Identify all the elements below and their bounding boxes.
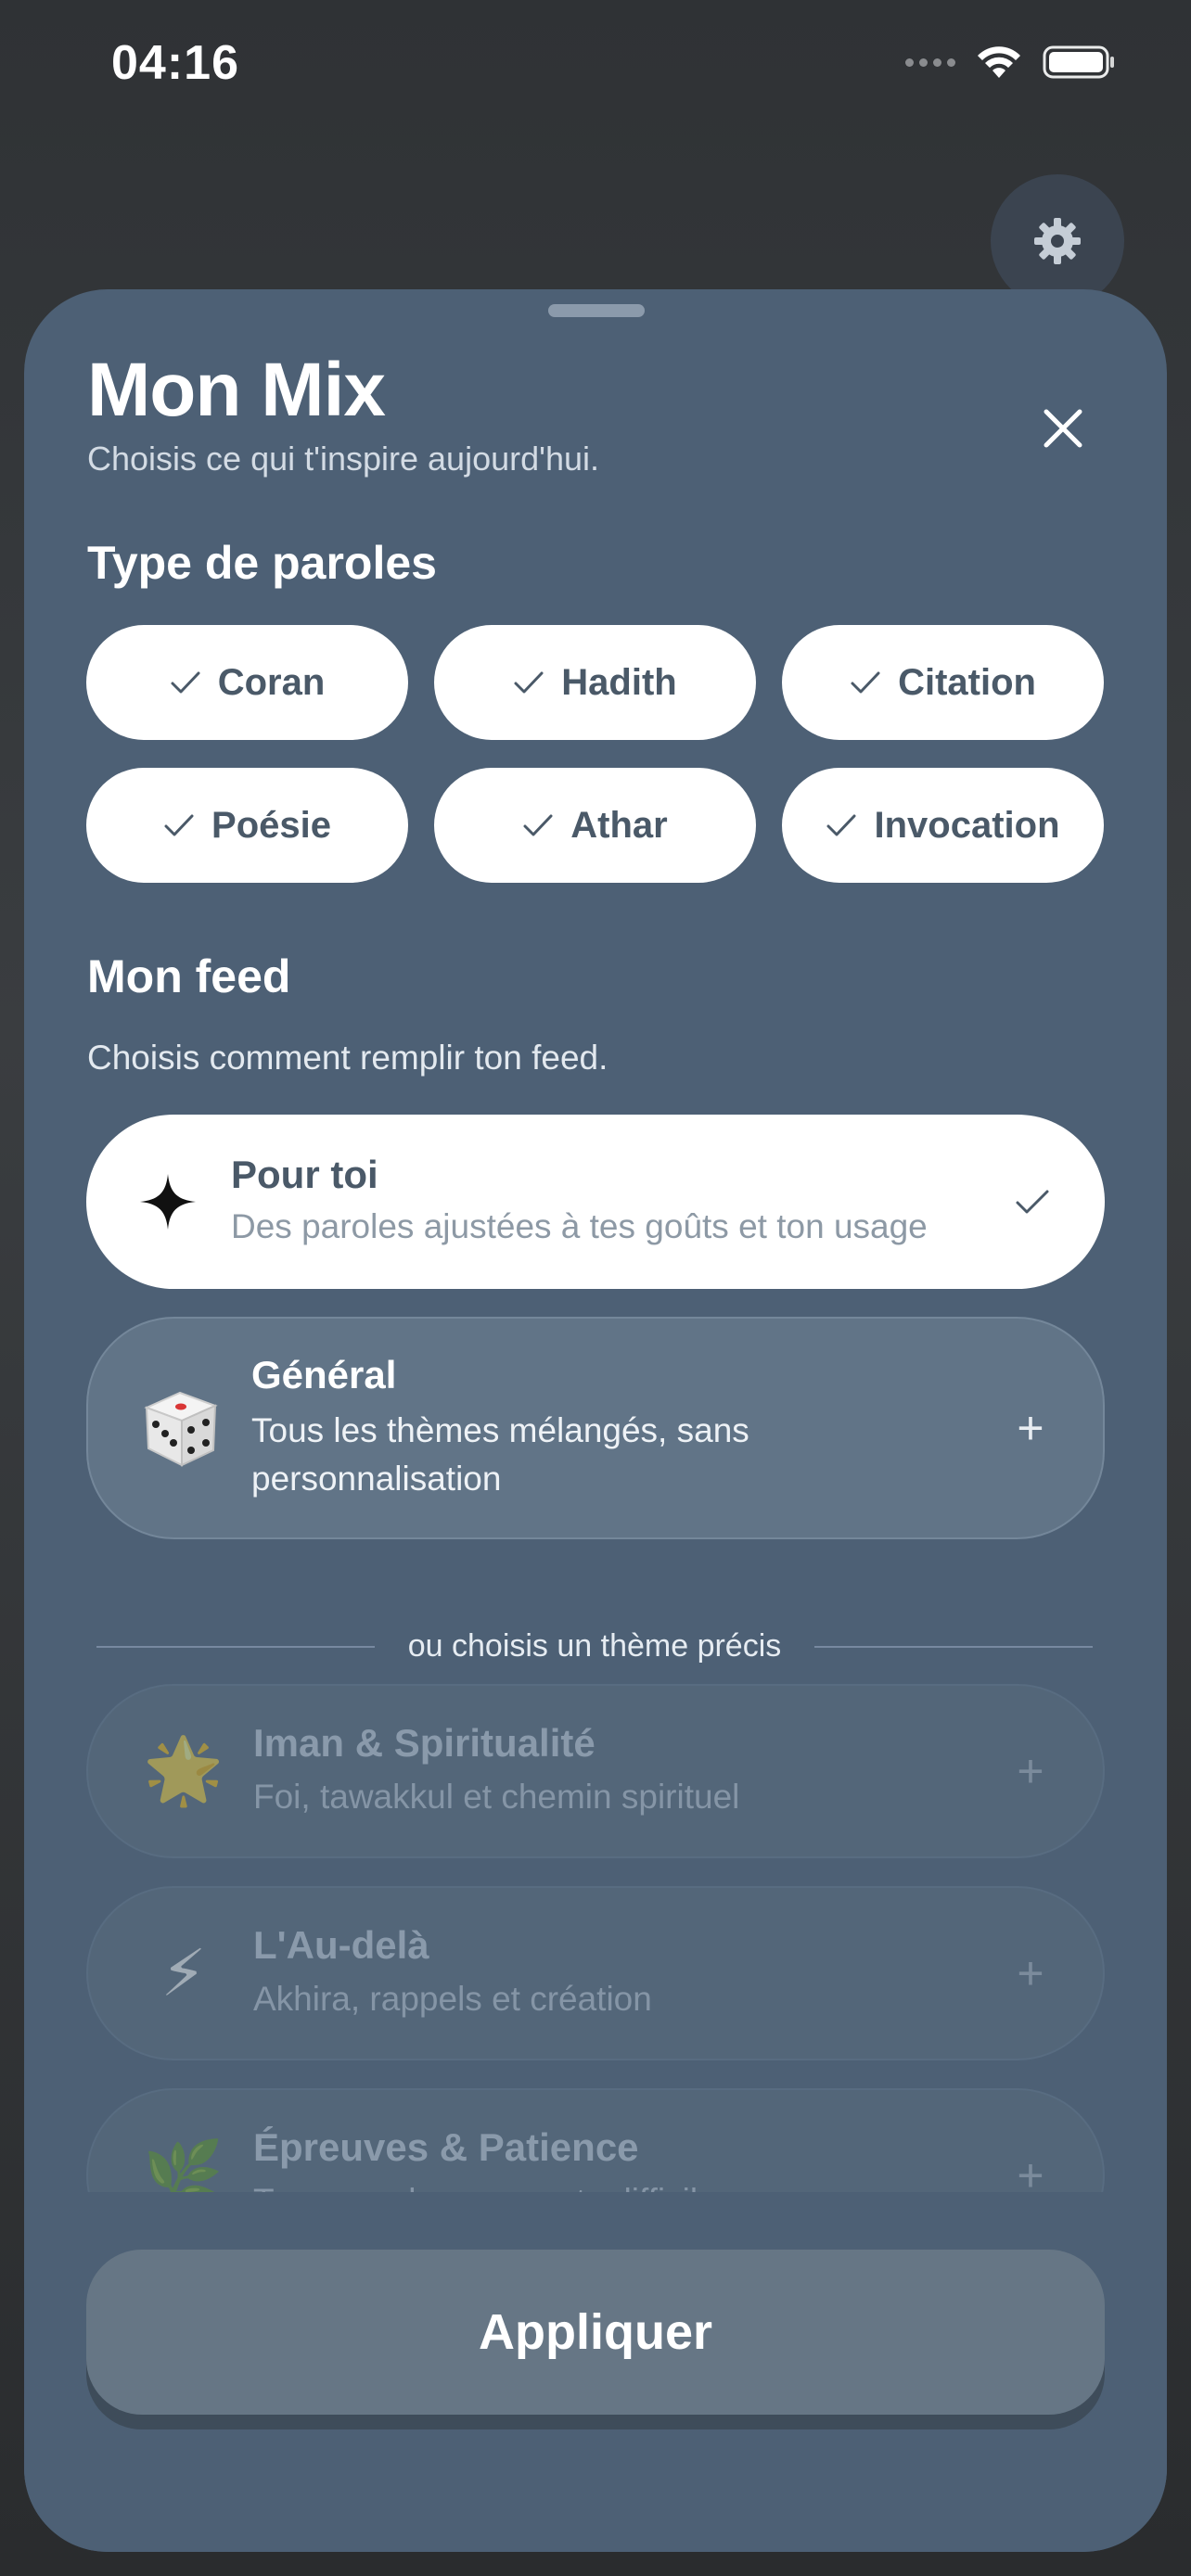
theme-description: Akhira, rappels et création [253,1980,652,2018]
apply-button[interactable]: Appliquer [86,2250,1105,2415]
type-chips: Coran Hadith Citation Poésie Athar Invoc… [86,625,1105,883]
divider-line [96,1645,375,1648]
chip-label: Invocation [874,804,1060,846]
plus-icon: + [1017,1402,1044,1454]
wifi-icon [978,46,1020,78]
theme-title: Épreuves & Patience [253,2125,639,2169]
chip-label: Citation [898,661,1036,703]
type-section-title: Type de paroles [87,537,437,589]
feed-option-description: Des paroles ajustées à tes goûts et ton … [231,1207,928,1245]
theme-au-dela[interactable]: ⚡ L'Au-delà Akhira, rappels et création … [86,1886,1105,2060]
check-icon [1005,1188,1060,1216]
plus-icon: + [1017,1745,1044,1797]
chip-invocation[interactable]: Invocation [782,768,1104,883]
settings-button[interactable] [991,174,1124,308]
sheet-grabber[interactable] [548,304,645,317]
check-icon [171,671,200,694]
sparkle-icon [129,1172,207,1231]
feed-section-description: Choisis comment remplir ton feed. [87,1039,608,1077]
feed-option-description-line1: Tous les thèmes mélangés, sans [251,1411,749,1449]
theme-title: L'Au-delà [253,1923,429,1967]
theme-description: Foi, tawakkul et chemin spirituel [253,1778,740,1816]
chip-label: Coran [217,661,326,703]
sheet-title: Mon Mix [87,348,386,432]
plus-icon: + [1017,1947,1044,1999]
dice-icon [129,1385,231,1471]
check-icon [826,814,856,836]
check-icon [523,814,553,836]
close-icon [1044,409,1082,448]
chip-poesie[interactable]: Poésie [86,768,408,883]
mix-sheet: Mon Mix Choisis ce qui t'inspire aujourd… [24,289,1167,2552]
chip-athar[interactable]: Athar [434,768,756,883]
chip-label: Athar [570,804,668,846]
feed-option-title: Pour toi [231,1153,378,1196]
check-icon [514,671,544,694]
star-icon: 🌟 [143,1734,224,1806]
status-time: 04:16 [111,36,239,90]
signal-icon [905,57,955,67]
feed-option-description-line2: personnalisation [251,1460,502,1498]
chip-hadith[interactable]: Hadith [434,625,756,740]
feed-option-pour-toi[interactable]: Pour toi Des paroles ajustées à tes goût… [86,1115,1105,1289]
chip-citation[interactable]: Citation [782,625,1104,740]
chip-label: Hadith [561,661,677,703]
battery-icon [1043,45,1114,79]
status-bar: 04:16 [0,0,1191,139]
theme-divider: ou choisis un thème précis [96,1628,1094,1664]
feed-option-title: Général [251,1353,397,1396]
theme-iman-spiritualite[interactable]: 🌟 Iman & Spiritualité Foi, tawakkul et c… [86,1684,1105,1858]
feed-option-general[interactable]: Général Tous les thèmes mélangés, sans p… [86,1317,1105,1539]
theme-title: Iman & Spiritualité [253,1721,596,1765]
divider-text: ou choisis un thème précis [407,1628,782,1664]
status-icons [905,45,1117,80]
chip-coran[interactable]: Coran [86,625,408,740]
divider-line [814,1645,1094,1648]
feed-section-title: Mon feed [87,950,291,1002]
gear-icon [1034,218,1081,264]
check-icon [851,671,880,694]
chip-label: Poésie [211,804,331,846]
lightning-icon: ⚡ [160,1937,207,2009]
check-icon [164,814,194,836]
close-button[interactable] [1026,391,1100,465]
sheet-subtitle: Choisis ce qui t'inspire aujourd'hui. [87,440,600,478]
